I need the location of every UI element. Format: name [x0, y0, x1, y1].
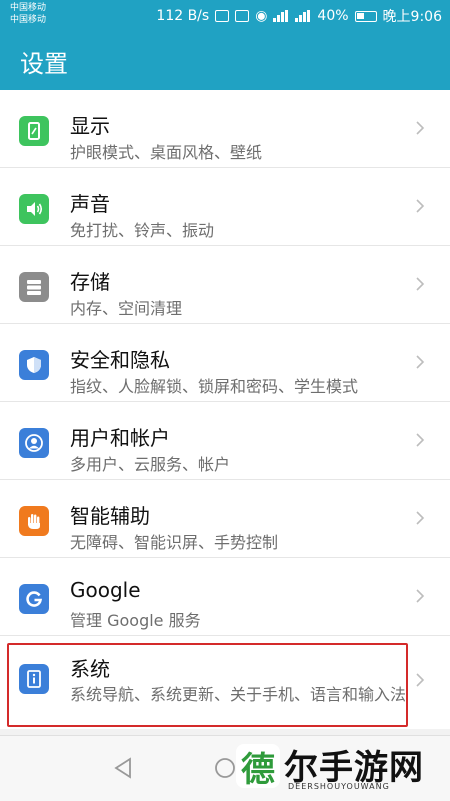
chevron-right-icon — [416, 673, 425, 687]
settings-item-title: 显示 — [70, 114, 110, 138]
watermark-logo: 德 — [236, 744, 280, 790]
battery-percent: 40% — [317, 8, 349, 24]
info-icon — [19, 664, 49, 694]
settings-item-subtitle: 指纹、人脸解锁、锁屏和密码、学生模式 — [70, 377, 359, 396]
chevron-right-icon — [416, 199, 425, 213]
settings-item-users[interactable]: 用户和帐户 多用户、云服务、帐户 — [0, 402, 450, 480]
google-icon — [19, 584, 49, 614]
settings-item-title: 声音 — [70, 192, 110, 216]
watermark-subtext: DEERSHOUYOUWANG — [288, 782, 390, 791]
signal-icon-2 — [295, 10, 311, 22]
settings-item-security[interactable]: 安全和隐私 指纹、人脸解锁、锁屏和密码、学生模式 — [0, 324, 450, 402]
carrier-1: 中国移动 — [10, 3, 47, 13]
app-bar: 设置 — [0, 32, 450, 90]
watermark: 德 尔手游网 DEERSHOUYOUWANG — [236, 738, 446, 798]
clock: 晚上9:06 — [382, 9, 442, 25]
vibrate-icon — [215, 10, 230, 22]
settings-item-system[interactable]: 系统 系统导航、系统更新、关于手机、语言和输入法 — [0, 636, 450, 729]
settings-item-title: Google — [70, 578, 141, 602]
settings-item-subtitle: 免打扰、铃声、振动 — [70, 221, 215, 240]
settings-item-title: 系统 — [70, 657, 110, 681]
settings-item-subtitle: 多用户、云服务、帐户 — [70, 455, 231, 474]
status-indicators: 112 B/s ◉ 40% 晚上9:06 — [156, 6, 442, 26]
storage-icon — [19, 272, 49, 302]
carrier-info: 中国移动 中国移动 — [10, 2, 46, 26]
settings-item-google[interactable]: Google 管理 Google 服务 — [0, 558, 450, 636]
settings-list: 显示 护眼模式、桌面风格、壁纸 声音 免打扰、铃声、振动 存储 内存、空间清理 … — [0, 90, 450, 729]
display-icon — [19, 116, 49, 146]
settings-item-sound[interactable]: 声音 免打扰、铃声、振动 — [0, 168, 450, 246]
settings-item-title: 安全和隐私 — [70, 348, 170, 372]
page-title: 设置 — [20, 50, 68, 78]
chevron-right-icon — [416, 589, 425, 603]
home-icon[interactable] — [211, 754, 239, 782]
signal-icon-1 — [273, 10, 289, 22]
settings-item-accessibility[interactable]: 智能辅助 无障碍、智能识屏、手势控制 — [0, 480, 450, 558]
status-bar: 中国移动 中国移动 112 B/s ◉ 40% 晚上9:06 — [0, 0, 450, 32]
back-icon[interactable] — [110, 754, 138, 782]
shield-icon — [19, 350, 49, 380]
settings-item-subtitle: 管理 Google 服务 — [70, 611, 201, 630]
settings-item-subtitle: 内存、空间清理 — [70, 299, 183, 318]
carrier-2: 中国移动 — [10, 15, 47, 25]
chevron-right-icon — [416, 433, 425, 447]
hd-icon — [235, 10, 250, 22]
settings-item-subtitle: 无障碍、智能识屏、手势控制 — [70, 533, 279, 552]
settings-item-subtitle: 系统导航、系统更新、关于手机、语言和输入法 — [70, 685, 407, 704]
settings-item-subtitle: 护眼模式、桌面风格、壁纸 — [70, 143, 263, 162]
settings-item-display[interactable]: 显示 护眼模式、桌面风格、壁纸 — [0, 90, 450, 168]
battery-icon — [354, 10, 377, 22]
user-icon — [19, 428, 49, 458]
settings-item-storage[interactable]: 存储 内存、空间清理 — [0, 246, 450, 324]
settings-item-title: 智能辅助 — [70, 504, 150, 528]
chevron-right-icon — [416, 277, 425, 291]
settings-item-title: 存储 — [70, 270, 110, 294]
sound-icon — [19, 194, 49, 224]
hand-icon — [19, 506, 49, 536]
eye-icon: ◉ — [255, 8, 268, 24]
chevron-right-icon — [416, 511, 425, 525]
chevron-right-icon — [416, 121, 425, 135]
network-speed: 112 B/s — [156, 8, 210, 24]
chevron-right-icon — [416, 355, 425, 369]
settings-item-title: 用户和帐户 — [70, 426, 170, 450]
